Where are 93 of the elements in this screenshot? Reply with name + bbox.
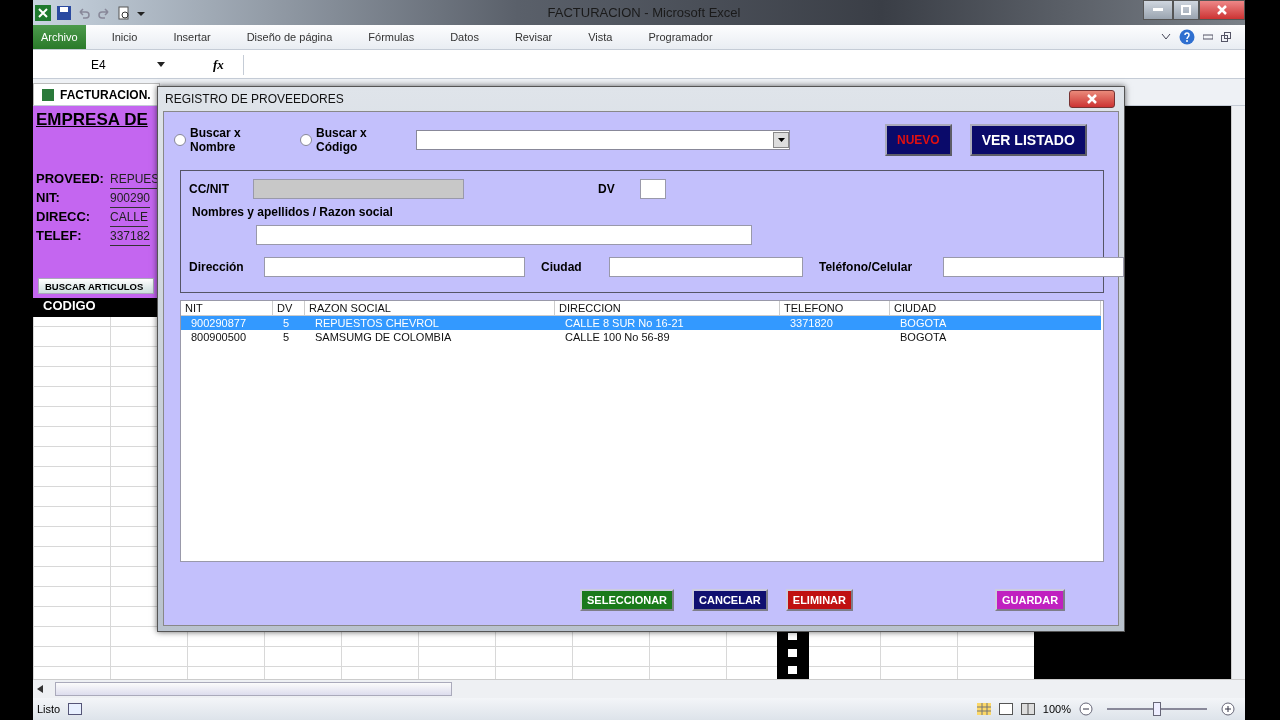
column-header[interactable]: DIRECCION (555, 301, 780, 315)
list-cell-text: 3371820 (789, 316, 834, 330)
print-preview-icon[interactable] (117, 5, 131, 20)
field-value: CALLE (110, 208, 149, 227)
action-button[interactable]: SELECCIONAR (580, 589, 675, 611)
list-row[interactable]: 800900500 5 SAMSUMG DE COLOMBIA CALLE 100 No 56-89 BOGOTA (181, 330, 1101, 344)
radio-button[interactable] (174, 134, 186, 146)
restore-icon[interactable] (1221, 32, 1231, 42)
page-layout-icon[interactable] (998, 703, 1013, 715)
radio-button[interactable] (300, 134, 312, 146)
ribbon-tab[interactable]: Archivo (33, 25, 86, 49)
macro-icon[interactable] (68, 703, 83, 715)
close-button[interactable] (1069, 90, 1115, 108)
list-cell-text: SAMSUMG DE COLOMBIA (314, 330, 453, 344)
action-button[interactable]: ELIMINAR (785, 589, 853, 611)
dropdown-button[interactable] (773, 132, 789, 148)
close-button[interactable] (1199, 0, 1245, 20)
field-value: 337182 (110, 227, 151, 246)
ribbon-tab[interactable]: Insertar (155, 25, 229, 49)
field-label: Teléfono/Celular (819, 260, 914, 274)
page-break-icon[interactable] (1020, 703, 1035, 715)
workbook-tab[interactable]: FACTURACION. (33, 83, 160, 105)
horizontal-scrollbar[interactable] (33, 679, 1245, 698)
search-articles-button[interactable]: BUSCAR ARTICULOS (38, 278, 154, 294)
column-header[interactable]: NIT (181, 301, 273, 315)
field-label: CC/NIT (189, 182, 230, 196)
minimize-icon[interactable] (1203, 34, 1213, 40)
scroll-left-icon[interactable] (37, 685, 43, 693)
name-box[interactable]: E4 (91, 58, 106, 72)
zoom-out-icon[interactable] (1079, 702, 1093, 716)
list-cell-text: 800900500 (190, 330, 248, 344)
provider-list[interactable]: NIT DV RAZON SOCIAL DIRECCION TELEFONO CIUDAD 900290877 5 REPUESTOS CHEVROL CALLE 8 SUR No 16-21 3371820 BOGOTA 800900500 5 SAMSUMG DE COLOMBIA CALLE 100 No 56-89 BOGOTA (180, 300, 1104, 562)
id-field[interactable] (253, 179, 464, 199)
field-label: TELEF: (36, 227, 83, 245)
list-cell-text: 900290877 (190, 316, 248, 330)
field-label: Dirección (189, 260, 245, 274)
ribbon-tab[interactable]: Inicio (93, 25, 156, 49)
company-name: EMPRESA DE (36, 110, 149, 130)
column-header[interactable]: TELEFONO (780, 301, 890, 315)
list-cell-text: BOGOTA (899, 316, 948, 330)
column-header[interactable]: RAZON SOCIAL (305, 301, 555, 315)
column-header[interactable]: DV (273, 301, 305, 315)
list-cell-text: CALLE 100 No 56-89 (564, 330, 671, 344)
field-label: NIT: (36, 189, 61, 207)
column-header: CODIGO (33, 298, 160, 317)
window-title: FACTURACION - Microsoft Excel (546, 5, 742, 20)
radio-label[interactable]: Buscar x Código (316, 126, 367, 154)
zoom-in-icon[interactable] (1221, 702, 1235, 716)
vertical-scrollbar[interactable] (1231, 106, 1245, 679)
column-header[interactable]: CIUDAD (890, 301, 1101, 315)
action-button[interactable]: CANCELAR (692, 589, 768, 611)
caret-icon[interactable] (1161, 33, 1171, 41)
phone-field[interactable] (943, 257, 1124, 277)
list-cell-text: REPUESTOS CHEVROL (314, 316, 440, 330)
ribbon-tab[interactable]: Datos (432, 25, 497, 49)
list-cell-text: 5 (282, 316, 291, 330)
ribbon-tab[interactable]: Revisar (496, 25, 571, 49)
list-cell-text: BOGOTA (899, 330, 948, 344)
field-label: Ciudad (541, 260, 583, 274)
name-field[interactable] (256, 225, 752, 245)
normal-view-icon[interactable] (976, 703, 991, 715)
minimize-button[interactable] (1143, 0, 1173, 20)
ribbon-tab[interactable]: Fórmulas (350, 25, 433, 49)
field-label: DIRECC: (36, 208, 92, 226)
zoom-thumb[interactable] (1153, 702, 1161, 716)
field-label: PROVEED: (36, 170, 105, 188)
caret-icon[interactable] (777, 137, 785, 143)
zoom-level[interactable]: 100% (1042, 703, 1071, 715)
field-value: 900290 (110, 189, 151, 208)
save-icon[interactable] (57, 5, 71, 20)
ribbon-tab[interactable]: Diseño de página (228, 25, 351, 49)
function-label[interactable]: fx (213, 57, 243, 73)
dialog-title: REGISTRO DE PROVEEDORES (164, 92, 344, 106)
list-cell-text: 5 (282, 330, 291, 344)
status-text: Listo (37, 703, 61, 715)
help-icon[interactable] (1179, 29, 1195, 45)
radio-label[interactable]: Buscar x Nombre (190, 126, 241, 154)
close-icon[interactable] (1087, 94, 1097, 104)
dv-field[interactable] (640, 179, 666, 199)
ribbon-tab[interactable]: Vista (570, 25, 631, 49)
excel-logo-icon[interactable] (35, 4, 51, 21)
restore-button[interactable] (1173, 0, 1199, 20)
city-field[interactable] (609, 257, 803, 277)
close-icon[interactable] (1217, 5, 1227, 15)
action-button[interactable]: GUARDAR (994, 589, 1066, 611)
dropdown-icon[interactable] (157, 62, 165, 68)
view-list-button[interactable]: VER LISTADO (969, 124, 1087, 156)
address-field[interactable] (264, 257, 525, 277)
field-label: DV (598, 182, 616, 196)
field-label: Nombres y apellidos / Razon social (192, 205, 393, 219)
list-cell-text: CALLE 8 SUR No 16-21 (564, 316, 685, 330)
workbook-icon (42, 88, 54, 101)
ribbon-tab[interactable]: Programador (630, 25, 731, 49)
